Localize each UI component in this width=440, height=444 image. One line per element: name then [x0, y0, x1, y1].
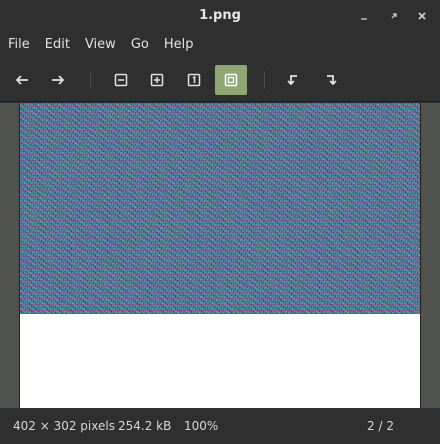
menu-bar: File Edit View Go Help [0, 31, 440, 58]
zoom-out-icon [114, 73, 128, 87]
previous-image-button[interactable] [6, 65, 38, 95]
file-size: 254.2 kB [118, 419, 172, 433]
rotate-right-button[interactable] [315, 65, 347, 95]
zoom-in-button[interactable] [141, 65, 173, 95]
zoom-original-button[interactable] [178, 65, 210, 95]
close-icon [418, 11, 426, 20]
zoom-in-icon [150, 73, 164, 87]
best-fit-button[interactable] [215, 65, 247, 95]
rotate-right-icon [327, 75, 337, 86]
image-dimensions: 402 × 302 pixels [13, 419, 115, 433]
image-viewport[interactable] [0, 103, 440, 408]
minimize-button[interactable] [352, 0, 376, 31]
minimize-icon [361, 17, 367, 20]
image-index: 2 / 2 [367, 419, 394, 433]
toolbar [0, 58, 440, 102]
arrow-left-icon [15, 75, 28, 85]
rotate-left-icon [287, 75, 297, 86]
menu-file[interactable]: File [8, 37, 30, 52]
displayed-image [19, 103, 421, 408]
window-title: 1.png [199, 8, 241, 23]
restore-button[interactable] [382, 0, 406, 31]
arrow-right-icon [52, 75, 65, 85]
menu-view[interactable]: View [85, 37, 116, 52]
zoom-level: 100% [184, 419, 219, 433]
restore-icon [391, 12, 397, 19]
toolbar-separator [90, 71, 91, 89]
noise-pixels-region [20, 103, 420, 314]
best-fit-icon [224, 73, 238, 87]
rotate-left-button[interactable] [277, 65, 309, 95]
status-bar: 402 × 302 pixels 254.2 kB 100% 2 / 2 [0, 408, 440, 444]
menu-help[interactable]: Help [164, 37, 194, 52]
close-button[interactable] [410, 0, 434, 31]
zoom-original-icon [187, 73, 201, 87]
menu-edit[interactable]: Edit [45, 37, 70, 52]
next-image-button[interactable] [42, 65, 74, 95]
title-bar: 1.png [0, 0, 440, 31]
toolbar-separator [264, 71, 265, 89]
menu-go[interactable]: Go [131, 37, 149, 52]
zoom-out-button[interactable] [105, 65, 137, 95]
